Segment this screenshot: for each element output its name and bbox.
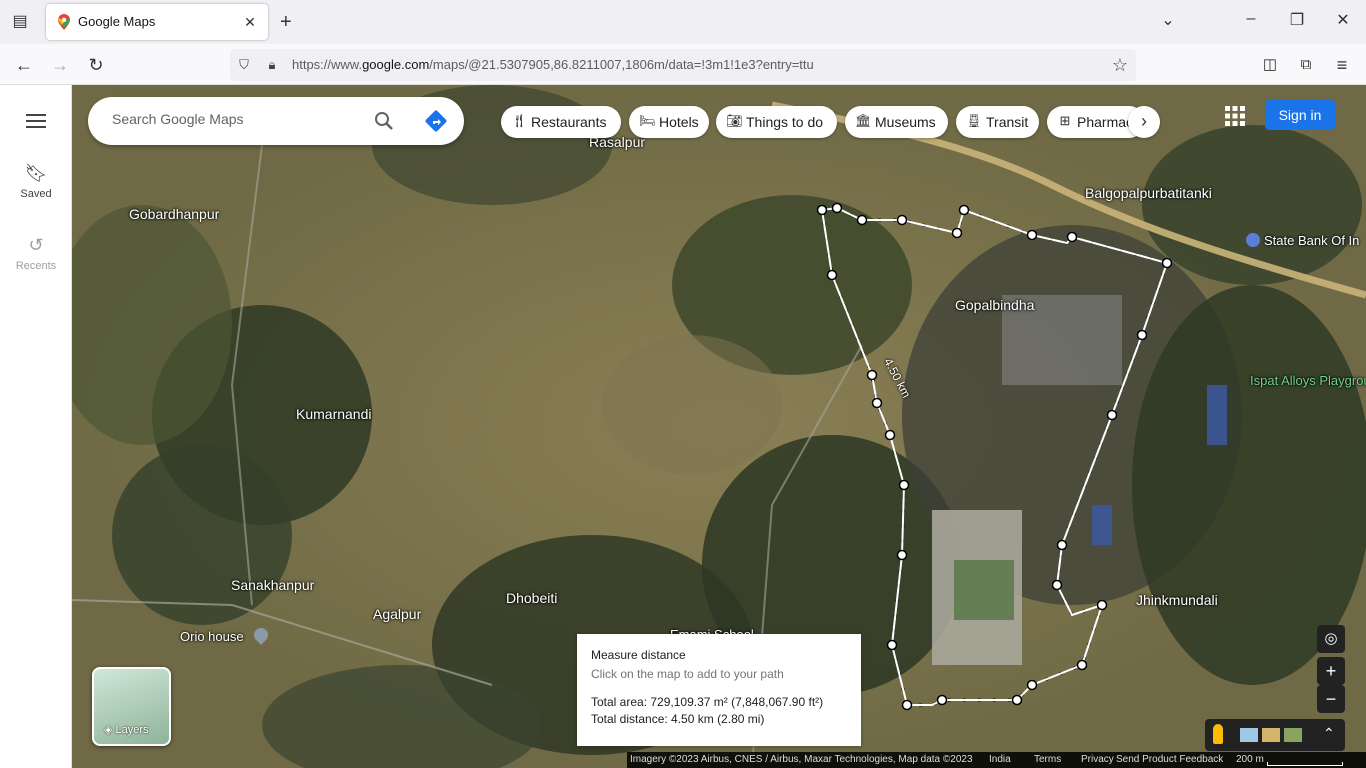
reload-icon[interactable]: ↻ bbox=[84, 53, 108, 77]
recents-button[interactable]: ↺ Recents bbox=[0, 235, 72, 272]
bookmark-icon: 🔖︎ bbox=[24, 163, 48, 183]
zoom-in-button[interactable]: + bbox=[1317, 657, 1345, 685]
back-icon[interactable]: ← bbox=[12, 53, 36, 77]
forward-icon[interactable]: → bbox=[48, 53, 72, 77]
google-apps-icon[interactable] bbox=[1224, 105, 1246, 127]
url-text[interactable]: https://www.google.com/maps/@21.5307905,… bbox=[292, 57, 814, 72]
footer-india-link[interactable]: India bbox=[989, 754, 1011, 765]
place-label-state-bank[interactable]: State Bank Of In bbox=[1246, 233, 1359, 248]
sign-in-button[interactable]: Sign in bbox=[1265, 100, 1335, 130]
bed-icon: 🛏︎ bbox=[639, 113, 656, 128]
bank-label: State Bank Of In bbox=[1264, 233, 1360, 248]
footer-feedback-link[interactable]: Send Product Feedback bbox=[1116, 754, 1223, 765]
scale-bar bbox=[1267, 762, 1343, 766]
place-label-dhobeiti[interactable]: Dhobeiti bbox=[506, 590, 557, 606]
maps-sidebar: 🔖︎ Saved ↺ Recents bbox=[0, 85, 72, 768]
scale-label[interactable]: 200 m bbox=[1236, 754, 1264, 765]
expand-up-icon[interactable]: ⌃ bbox=[1323, 725, 1335, 742]
measure-hint: Click on the map to add to your path bbox=[591, 667, 784, 681]
directions-icon[interactable] bbox=[424, 109, 448, 133]
lock-icon[interactable]: 🔒︎ bbox=[264, 57, 280, 73]
imagery-toolbar: ⌃ bbox=[1205, 719, 1345, 751]
place-pin-icon bbox=[250, 625, 271, 645]
bank-pin-icon bbox=[1246, 233, 1260, 247]
hamburger-menu-icon[interactable] bbox=[24, 111, 48, 131]
url-bar[interactable]: ⛉ 🔒︎ https://www.google.com/maps/@21.530… bbox=[230, 49, 1136, 81]
tab-close-icon[interactable]: ✕ bbox=[240, 12, 260, 32]
browser-tab[interactable]: Google Maps ✕ bbox=[46, 4, 268, 40]
place-label-agalpur[interactable]: Agalpur bbox=[373, 606, 421, 622]
layers-label: ◈ Layers bbox=[104, 724, 149, 736]
search-input[interactable] bbox=[112, 111, 362, 127]
bookmark-star-icon[interactable]: ☆ bbox=[1112, 55, 1128, 76]
recents-label: Recents bbox=[15, 260, 57, 272]
place-label-balgopalpurbatitanki[interactable]: Balgopalpurbatitanki bbox=[1085, 185, 1212, 201]
my-location-icon[interactable]: ◎ bbox=[1317, 625, 1345, 653]
map-footer: Imagery ©2023 Airbus, CNES / Airbus, Max… bbox=[627, 752, 1366, 768]
place-label-gopalbindha[interactable]: Gopalbindha bbox=[955, 297, 1034, 313]
search-icon[interactable] bbox=[372, 109, 396, 133]
museum-icon: 🏛︎ bbox=[855, 113, 872, 128]
close-window-icon[interactable]: ✕ bbox=[1331, 10, 1355, 30]
tab-title: Google Maps bbox=[78, 14, 156, 29]
imagery-thumb-2[interactable] bbox=[1262, 728, 1280, 742]
place-label-gobardhanpur[interactable]: Gobardhanpur bbox=[129, 206, 219, 222]
new-tab-icon[interactable]: + bbox=[280, 12, 292, 32]
camera-icon: 📷︎ bbox=[726, 113, 743, 128]
chips-next-icon[interactable]: › bbox=[1128, 106, 1160, 138]
layers-button[interactable]: ◈ Layers bbox=[92, 667, 171, 746]
total-distance: Total distance: 4.50 km (2.80 mi) bbox=[591, 712, 765, 726]
restore-icon[interactable]: ❐ bbox=[1285, 10, 1309, 30]
place-label-sanakhanpur[interactable]: Sanakhanpur bbox=[231, 577, 314, 593]
imagery-thumb-3[interactable] bbox=[1284, 728, 1302, 742]
chip-transit[interactable]: 🚆︎ Transit bbox=[956, 106, 1039, 138]
browser-nav-bar: ← → ↻ ⛉ 🔒︎ https://www.google.com/maps/@… bbox=[0, 44, 1366, 85]
satellite-map[interactable]: Rasalpur Gobardhanpur Balgopalpurbatitan… bbox=[72, 85, 1366, 768]
search-box bbox=[88, 97, 464, 145]
tab-list-icon[interactable]: ▤ bbox=[8, 10, 32, 34]
chip-hotels[interactable]: 🛏︎ Hotels bbox=[629, 106, 709, 138]
imagery-thumb-1[interactable] bbox=[1240, 728, 1258, 742]
chip-things-to-do[interactable]: 📷︎ Things to do bbox=[716, 106, 837, 138]
tabs-dropdown-icon[interactable]: ⌄ bbox=[1156, 10, 1180, 30]
zoom-out-button[interactable]: − bbox=[1317, 685, 1345, 713]
pocket-icon[interactable]: ◫ bbox=[1258, 53, 1282, 77]
footer-privacy-link[interactable]: Privacy bbox=[1081, 754, 1114, 765]
measure-title: Measure distance bbox=[591, 648, 686, 662]
fork-knife-icon: 🍴︎ bbox=[511, 113, 528, 128]
train-icon: 🚆︎ bbox=[966, 113, 983, 128]
total-area: Total area: 729,109.37 m² (7,848,067.90 … bbox=[591, 695, 824, 709]
shield-icon[interactable]: ⛉ bbox=[236, 57, 252, 73]
pegman-icon[interactable] bbox=[1213, 724, 1223, 744]
place-label-kumarnandi[interactable]: Kumarnandi bbox=[296, 406, 372, 422]
place-label-jhinkmundali[interactable]: Jhinkmundali bbox=[1136, 592, 1218, 608]
saved-label: Saved bbox=[20, 188, 52, 200]
chip-museums[interactable]: 🏛︎ Museums bbox=[845, 106, 948, 138]
pharmacy-icon: ⊞ bbox=[1059, 113, 1071, 128]
browser-tab-bar: ▤ Google Maps ✕ + ⌄ – ❐ ✕ bbox=[0, 0, 1366, 44]
place-label-orio-house[interactable]: Orio house bbox=[180, 625, 271, 645]
measure-distance-panel: Measure distance Click on the map to add… bbox=[577, 634, 861, 746]
orio-label: Orio house bbox=[180, 629, 244, 644]
saved-button[interactable]: 🔖︎ Saved bbox=[0, 163, 72, 200]
chip-restaurants[interactable]: 🍴︎ Restaurants bbox=[501, 106, 621, 138]
maps-pin-icon bbox=[58, 14, 70, 30]
history-icon: ↺ bbox=[28, 235, 44, 255]
imagery-attribution: Imagery ©2023 Airbus, CNES / Airbus, Max… bbox=[630, 754, 973, 765]
place-label-ispat-alloys[interactable]: Ispat Alloys Playgrour bbox=[1250, 373, 1366, 388]
extensions-icon[interactable]: ⧉ bbox=[1294, 53, 1318, 77]
app-menu-icon[interactable]: ≡ bbox=[1330, 53, 1354, 77]
minimize-icon[interactable]: – bbox=[1239, 10, 1263, 28]
footer-terms-link[interactable]: Terms bbox=[1034, 754, 1061, 765]
